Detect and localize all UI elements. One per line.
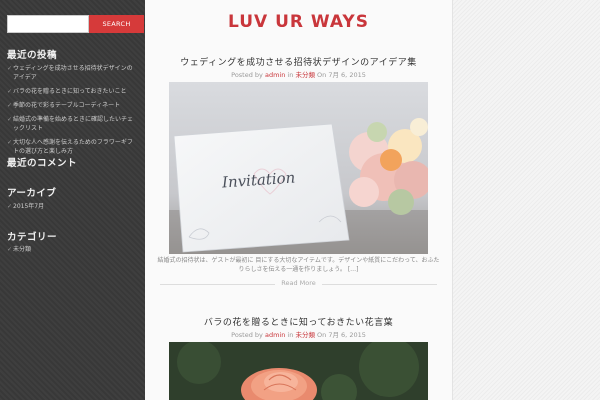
recent-post-link[interactable]: ✓ 結婚式の準備を始めるときに確認したいチェックリスト [7,115,137,133]
rose-photo [169,342,428,400]
search-button[interactable]: SEARCH [89,15,144,33]
invitation-card: Invitation [173,123,350,253]
archive-link[interactable]: ✓ 2015年7月 [7,202,137,211]
check-icon: ✓ [7,246,13,253]
post-title[interactable]: バラの花を贈るときに知っておきたい花言葉 [145,315,452,328]
divider-line [322,284,437,285]
post-excerpt: 結婚式の招待状は、ゲストが最初に 目にする大切なアイテムです。デザインや紙質にこ… [157,257,440,273]
meta-posted-by: Posted by [231,331,263,339]
read-more-link[interactable]: Read More [281,279,316,287]
check-icon: ✓ [7,102,13,109]
meta-date: 7月 6, 2015 [328,71,366,79]
recent-posts-title: 最近の投稿 [7,50,58,61]
recent-post-label: ウェディングを成功させる招待状デザインのアイデア [13,65,133,81]
meta-in: in [287,331,294,339]
archive-label: 2015年7月 [13,203,45,210]
read-more-row: Read More [155,279,442,289]
meta-posted-by: Posted by [231,71,263,79]
meta-date: 7月 6, 2015 [328,331,366,339]
recent-post-label: 季節の花で彩るテーブルコーディネート [13,102,121,109]
check-icon: ✓ [7,203,13,210]
archives-title: アーカイブ [7,188,57,199]
sidebar: SEARCH 最近の投稿 ✓ ウェディングを成功させる招待状デザインのアイデア ✓… [0,0,145,400]
meta-on: On [317,71,327,79]
meta-author-link[interactable]: admin [265,331,285,339]
post-meta: Posted by admin in 未分類 On 7月 6, 2015 [145,69,452,79]
categories-list: ✓ 未分類 [7,245,137,259]
post-meta: Posted by admin in 未分類 On 7月 6, 2015 [145,329,452,339]
recent-post-link[interactable]: ✓ バラの花を贈るときに知っておきたいこと [7,87,137,96]
site-title[interactable]: LUV UR WAYS [145,12,452,32]
post-featured-image[interactable]: Invitation [169,82,428,254]
search-input[interactable] [7,15,89,33]
recent-post-label: 結婚式の準備を始めるときに確認したいチェックリスト [13,116,134,132]
post-title[interactable]: ウェディングを成功させる招待状デザインのアイデア集 [145,55,452,68]
main-content: LUV UR WAYS ウェディングを成功させる招待状デザインのアイデア集 Po… [145,0,452,400]
category-label: 未分類 [13,246,32,253]
recent-comments-title: 最近のコメント [7,158,78,169]
meta-in: in [287,71,294,79]
meta-author-link[interactable]: admin [265,71,285,79]
check-icon: ✓ [7,88,13,95]
recent-posts-list: ✓ ウェディングを成功させる招待状デザインのアイデア ✓ バラの花を贈るときに知って… [7,64,137,161]
categories-title: カテゴリー [7,232,58,243]
check-icon: ✓ [7,116,13,123]
check-icon: ✓ [7,65,13,72]
search-form: SEARCH [7,15,144,33]
recent-post-link[interactable]: ✓ 大切な人へ感謝を伝えるためのフラワーギフトの選び方と楽しみ方 [7,138,137,156]
category-link[interactable]: ✓ 未分類 [7,245,137,254]
invitation-photo: Invitation [169,82,428,254]
right-background [452,0,600,400]
recent-post-label: バラの花を贈るときに知っておきたいこと [13,88,127,95]
recent-post-link[interactable]: ✓ ウェディングを成功させる招待状デザインのアイデア [7,64,137,82]
divider-line [160,284,275,285]
meta-category-link[interactable]: 未分類 [295,331,315,339]
meta-category-link[interactable]: 未分類 [295,71,315,79]
post-featured-image[interactable] [169,342,428,400]
archives-list: ✓ 2015年7月 [7,202,137,216]
recent-post-link[interactable]: ✓ 季節の花で彩るテーブルコーディネート [7,101,137,110]
recent-post-label: 大切な人へ感謝を伝えるためのフラワーギフトの選び方と楽しみ方 [13,139,133,155]
check-icon: ✓ [7,139,13,146]
meta-on: On [317,331,327,339]
